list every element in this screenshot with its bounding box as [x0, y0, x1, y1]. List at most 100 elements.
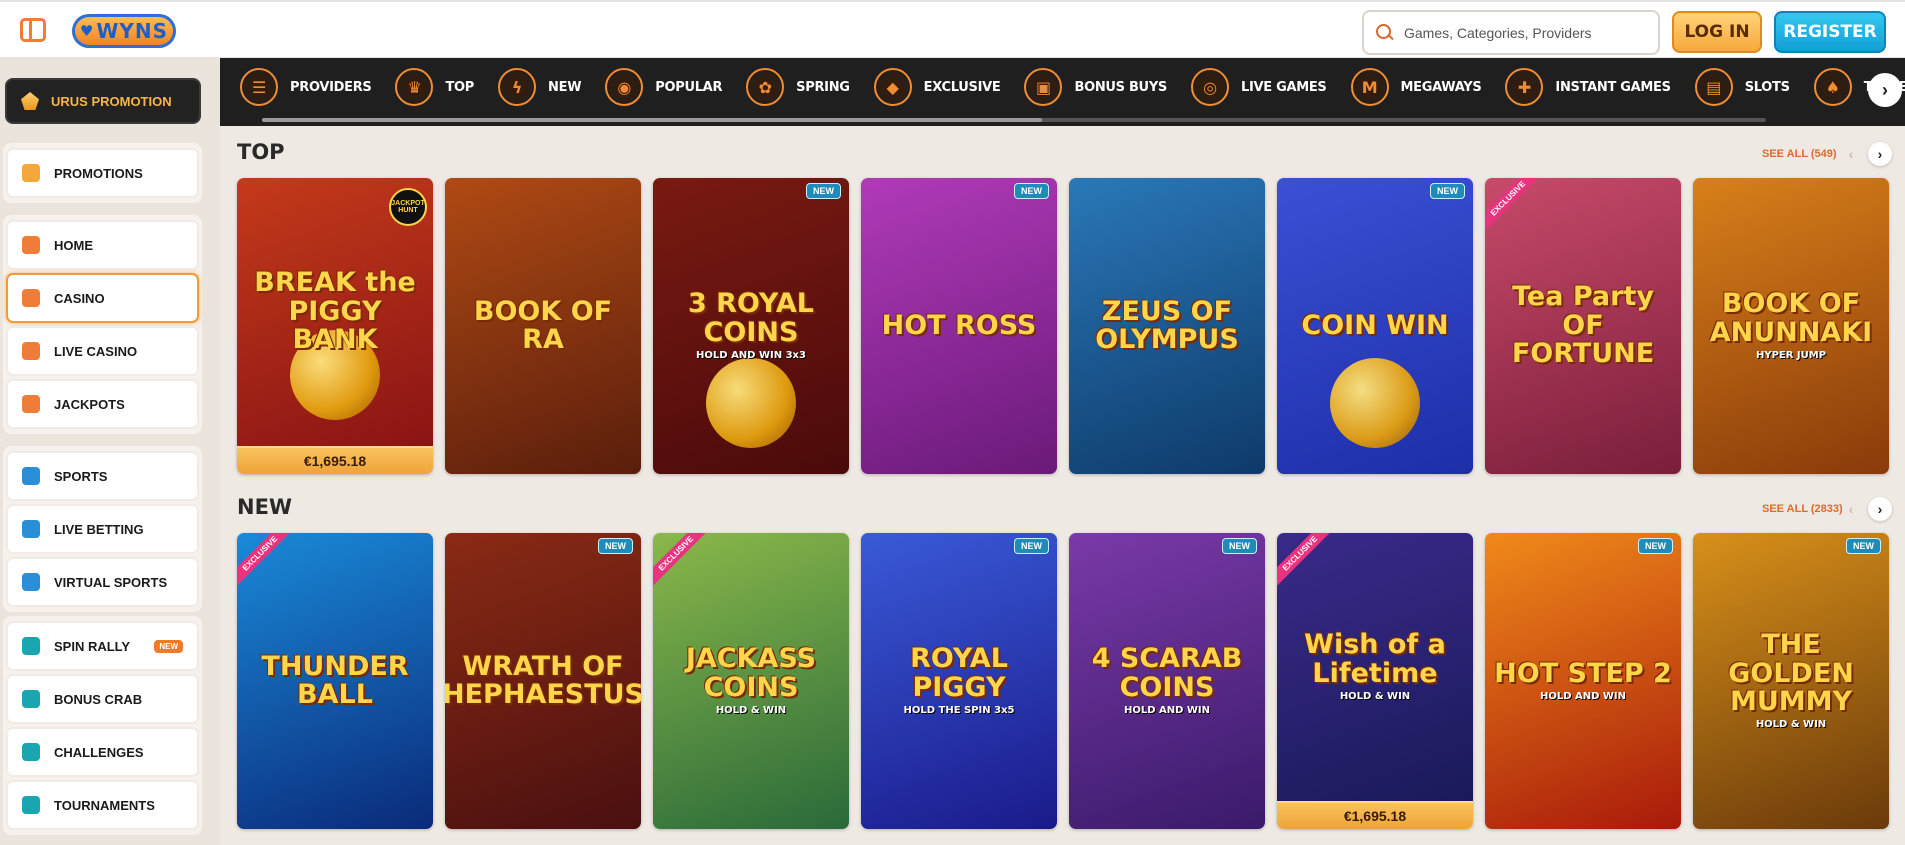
sidebar-promo-label: URUS PROMOTION	[51, 93, 172, 109]
game-name: BREAK the PIGGY BANK	[254, 267, 416, 356]
search-box[interactable]	[1362, 10, 1660, 55]
game-card[interactable]: HOT ROSS NEW	[861, 178, 1057, 474]
game-card[interactable]: BOOK OF RA	[445, 178, 641, 474]
game-card[interactable]: 4 SCARAB COINS HOLD AND WIN NEW	[1069, 533, 1265, 829]
crab-icon	[22, 690, 40, 708]
sidebar-item-spin-rally[interactable]: SPIN RALLY NEW	[6, 621, 199, 671]
flame-icon: ◉	[605, 68, 644, 106]
game-name: ROYAL PIGGY	[910, 643, 1008, 703]
game-title: JACKASS COINS HOLD & WIN	[659, 645, 843, 716]
game-card[interactable]: COIN WIN NEW	[1277, 178, 1473, 474]
game-card[interactable]: Wish of a Lifetime HOLD & WIN EXCLUSIVE €1,…	[1277, 533, 1473, 829]
sidebar-item-label: SPIN RALLY	[54, 638, 131, 654]
see-all-top-link[interactable]: SEE ALL (549)	[1762, 148, 1837, 160]
butterfly-icon: ✿	[746, 68, 785, 106]
game-name: BOOK OF ANUNNAKI	[1709, 288, 1873, 348]
site-logo[interactable]: ♥ WYNS	[72, 14, 176, 48]
sidebar-item-promotions[interactable]: PROMOTIONS	[6, 148, 199, 198]
sidebar-toggle-icon[interactable]	[20, 18, 46, 42]
register-button[interactable]: REGISTER	[1774, 11, 1886, 53]
category-providers[interactable]: ☰ PROVIDERS	[240, 68, 372, 106]
category-slots[interactable]: ▤ SLOTS	[1694, 68, 1790, 106]
see-all-new-link[interactable]: SEE ALL (2833)	[1762, 503, 1843, 515]
cards-icon: ♠	[1813, 68, 1852, 106]
search-input[interactable]	[1404, 24, 1644, 41]
game-card[interactable]: ROYAL PIGGY HOLD THE SPIN 3x5 NEW	[861, 533, 1057, 829]
game-card[interactable]: ZEUS OF OLYMPUS	[1069, 178, 1265, 474]
new-badge: NEW	[1846, 538, 1881, 554]
game-card[interactable]: Tea Party OF FORTUNE EXCLUSIVE	[1485, 178, 1681, 474]
category-next-button[interactable]: ›	[1868, 73, 1902, 107]
flag-icon	[22, 637, 40, 655]
sidebar-item-label: JACKPOTS	[54, 396, 125, 412]
category-instant-games[interactable]: ✚ INSTANT GAMES	[1505, 68, 1671, 106]
game-title: WRATH OF HEPHAESTUS	[445, 652, 641, 710]
top-next-arrow-icon[interactable]: ›	[1868, 142, 1892, 166]
sidebar-item-tournaments[interactable]: TOURNAMENTS	[6, 780, 199, 830]
game-card[interactable]: WRATH OF HEPHAESTUS NEW	[445, 533, 641, 829]
sidebar-group: SPORTS LIVE BETTING VIRTUAL SPORTS	[3, 446, 202, 612]
category-top[interactable]: ♛ TOP	[395, 68, 474, 106]
game-card[interactable]: JACKASS COINS HOLD & WIN EXCLUSIVE	[653, 533, 849, 829]
slots-icon: ▤	[1694, 68, 1733, 106]
new-badge: NEW	[1222, 538, 1257, 554]
sidebar-item-label: HOME	[54, 237, 93, 253]
game-thumbnail: Wish of a Lifetime HOLD & WIN EXCLUSIVE	[1277, 533, 1473, 801]
game-title: THE GOLDEN MUMMY HOLD & WIN	[1699, 631, 1883, 731]
login-button[interactable]: LOG IN	[1672, 11, 1762, 53]
sidebar-item-bonus-crab[interactable]: BONUS CRAB	[6, 674, 199, 724]
category-new[interactable]: ϟ NEW	[498, 68, 582, 106]
new-badge: NEW	[1430, 183, 1465, 199]
sidebar-item-sports[interactable]: SPORTS	[6, 451, 199, 501]
sidebar-item-challenges[interactable]: CHALLENGES	[6, 727, 199, 777]
new-next-arrow-icon[interactable]: ›	[1868, 497, 1892, 521]
sidebar-item-jackpots[interactable]: JACKPOTS	[6, 379, 199, 429]
new-badge: NEW	[806, 183, 841, 199]
new-badge: NEW	[1014, 538, 1049, 554]
category-bonus-buys[interactable]: ▣ BONUS BUYS	[1024, 68, 1167, 106]
slot-machine-icon	[22, 289, 40, 307]
live-chip-icon: ◎	[1191, 68, 1229, 106]
jackpot-amount: €1,695.18	[237, 446, 433, 474]
new-badge: NEW	[598, 538, 633, 554]
sidebar-item-live-casino[interactable]: LIVE CASINO	[6, 326, 199, 376]
sidebar-item-label: TOURNAMENTS	[54, 797, 155, 813]
category-scrollbar[interactable]	[262, 118, 1766, 122]
category-exclusive[interactable]: ◆ EXCLUSIVE	[873, 68, 1001, 106]
gold-coin-artwork	[1330, 358, 1420, 448]
game-name: COIN WIN	[1301, 309, 1449, 341]
sidebar-promo-button[interactable]: URUS PROMOTION	[5, 78, 201, 124]
sidebar-item-virtual-sports[interactable]: VIRTUAL SPORTS	[6, 557, 199, 607]
game-card[interactable]: BREAK the PIGGY BANK JACKPOT HUNT €1,695.1…	[237, 178, 433, 474]
category-spring[interactable]: ✿ SPRING	[746, 68, 850, 106]
category-scrollbar-thumb[interactable]	[262, 118, 1042, 122]
gift-box-icon: ▣	[1024, 68, 1063, 106]
category-popular[interactable]: ◉ POPULAR	[605, 68, 722, 106]
category-megaways[interactable]: M MEGAWAYS	[1350, 68, 1482, 106]
category-label: BONUS BUYS	[1074, 79, 1167, 95]
game-title: BOOK OF ANUNNAKI HYPER JUMP	[1699, 290, 1883, 361]
game-thumbnail: ROYAL PIGGY HOLD THE SPIN 3x5 NEW	[861, 533, 1057, 829]
sidebar-item-home[interactable]: HOME	[6, 220, 199, 270]
new-prev-arrow-icon[interactable]: ‹	[1839, 497, 1863, 521]
category-live-games[interactable]: ◎ LIVE GAMES	[1191, 68, 1327, 106]
game-name: JACKASS COINS	[685, 643, 817, 703]
game-thumbnail: BREAK the PIGGY BANK JACKPOT HUNT	[237, 178, 433, 446]
game-card[interactable]: THE GOLDEN MUMMY HOLD & WIN NEW	[1693, 533, 1889, 829]
search-icon	[1376, 23, 1394, 42]
section-title-new: NEW	[237, 495, 293, 519]
new-badge: NEW	[1014, 183, 1049, 199]
game-card[interactable]: HOT STEP 2 HOLD AND WIN NEW	[1485, 533, 1681, 829]
game-card[interactable]: 3 ROYAL COINS HOLD AND WIN 3x3 NEW	[653, 178, 849, 474]
jackpot-hunt-badge: JACKPOT HUNT	[389, 188, 427, 226]
clover-icon	[22, 395, 40, 413]
sidebar-item-live-betting[interactable]: LIVE BETTING	[6, 504, 199, 554]
top-prev-arrow-icon[interactable]: ‹	[1839, 142, 1863, 166]
sidebar-item-casino[interactable]: CASINO	[6, 273, 199, 323]
exclusive-ribbon: EXCLUSIVE	[653, 533, 713, 590]
game-card[interactable]: BOOK OF ANUNNAKI HYPER JUMP	[1693, 178, 1889, 474]
ball-icon	[22, 467, 40, 485]
game-subtitle: HOLD AND WIN 3x3	[696, 350, 806, 362]
category-label: INSTANT GAMES	[1555, 79, 1671, 95]
game-card[interactable]: THUNDER BALL EXCLUSIVE	[237, 533, 433, 829]
